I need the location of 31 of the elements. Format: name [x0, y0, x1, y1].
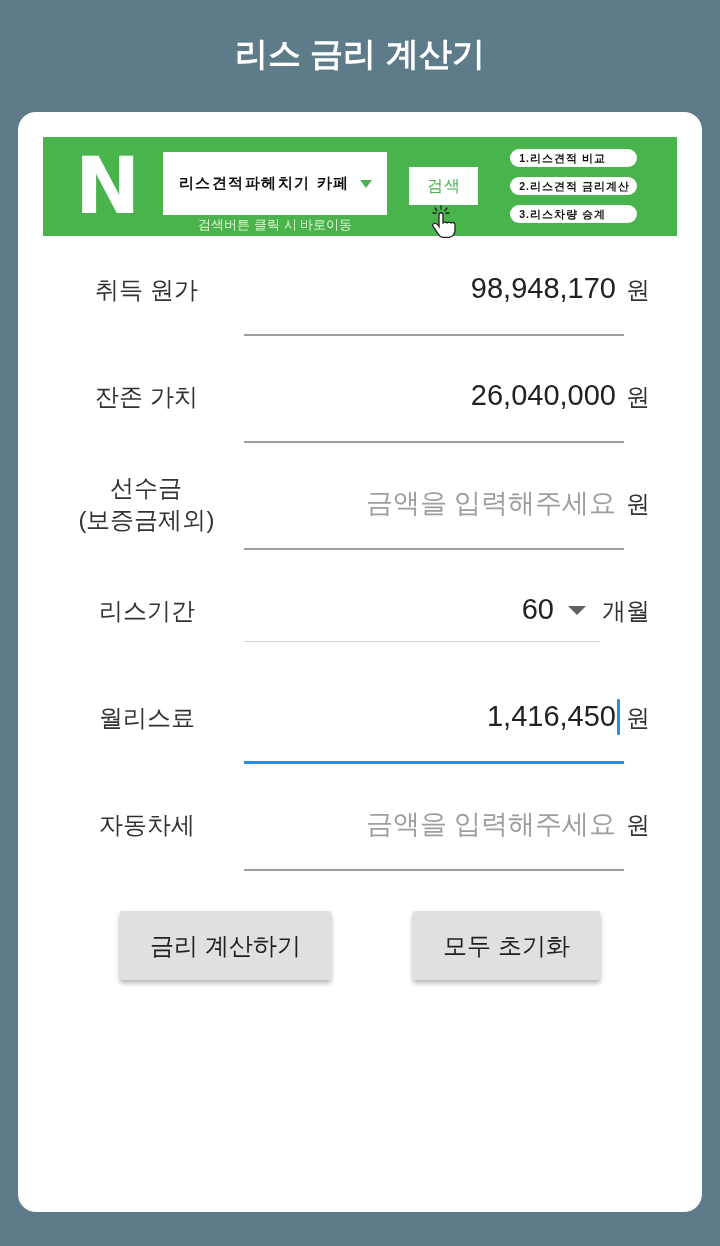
- unit-label: 원: [626, 702, 650, 733]
- app-title: 리스 금리 계산기: [235, 34, 485, 74]
- unit-label: 원: [626, 809, 650, 840]
- input-field[interactable]: 금액을 입력해주세요: [244, 457, 624, 550]
- select-field[interactable]: 60: [244, 579, 600, 642]
- menu-link[interactable]: 3.리스차량 승계: [510, 205, 638, 223]
- unit-label: 개월: [602, 595, 650, 626]
- pointing-hand-icon: [429, 205, 458, 238]
- input-field[interactable]: 1,416,450: [244, 671, 624, 764]
- text-cursor-icon: [617, 699, 620, 735]
- field-label: 월리스료: [98, 702, 195, 733]
- unit-label: 원: [626, 274, 650, 305]
- menu-link[interactable]: 1.리스견적 비교: [510, 149, 638, 167]
- banner-caption: 검색버튼 클릭 시 바로이동: [198, 218, 353, 233]
- field-label: 선수금 (보증금제외): [78, 473, 215, 535]
- caret-icon: [359, 179, 372, 188]
- field-label: 잔존 가치: [95, 381, 198, 412]
- input-field[interactable]: 금액을 입력해주세요: [244, 778, 624, 871]
- unit-label: 원: [626, 381, 650, 412]
- input-field[interactable]: 26,040,000: [244, 350, 624, 443]
- unit-label: 원: [626, 488, 650, 519]
- action-button[interactable]: 모두 초기화: [413, 911, 600, 980]
- field-label: 리스기간: [98, 595, 195, 626]
- menu-link[interactable]: 2.리스견적 금리계산: [510, 177, 638, 195]
- field-label: 자동차세: [98, 809, 195, 840]
- logo-text: N: [75, 155, 141, 218]
- cafe-dropdown[interactable]: 리스견적파헤치기 카페: [163, 152, 388, 215]
- field-label: 취득 원가: [95, 274, 198, 305]
- action-button[interactable]: 금리 계산하기: [120, 911, 331, 980]
- caret-icon: [568, 605, 586, 615]
- input-field[interactable]: 98,948,170: [244, 243, 624, 336]
